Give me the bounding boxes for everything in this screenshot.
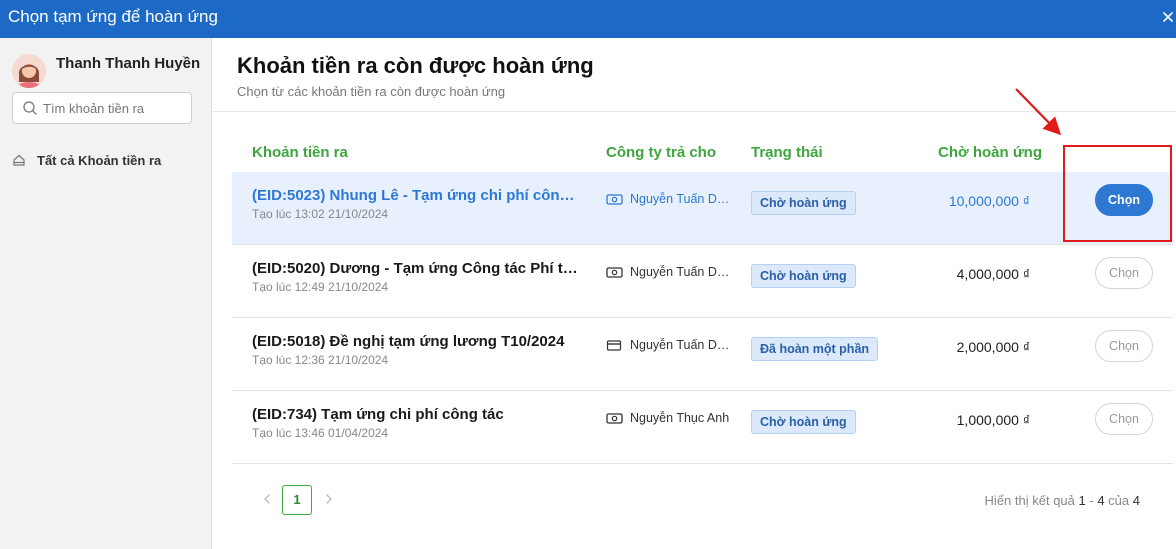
choose-button[interactable]: Chọn	[1095, 330, 1153, 362]
column-header-company: Công ty trả cho	[606, 144, 717, 161]
search-input[interactable]	[43, 93, 189, 123]
status-badge: Chờ hoàn ứng	[751, 410, 856, 434]
row-amount: 4,000,000 ₫	[956, 266, 1030, 282]
pagination-page-1[interactable]: 1	[282, 485, 312, 515]
row-created: Tạo lúc 13:46 01/04/2024	[252, 426, 389, 440]
row-name: (EID:5018) Đề nghị tạm ứng lương T10/202…	[252, 333, 565, 350]
page-title: Khoản tiền ra còn được hoàn ứng	[237, 53, 594, 78]
home-icon	[13, 154, 25, 166]
row-company: Nguyễn Tuấn Dương	[606, 192, 730, 206]
row-company-name: Nguyễn Tuấn Dương	[630, 338, 730, 352]
search-box[interactable]	[12, 92, 192, 124]
column-header-status: Trạng thái	[751, 144, 823, 161]
row-company: Nguyễn Thục Anh	[606, 411, 730, 425]
row-company: Nguyễn Tuấn Dương	[606, 265, 730, 279]
summary-of: của	[1108, 493, 1130, 508]
table-row[interactable]: (EID:734) Tạm ứng chi phí công tác Tạo l…	[232, 391, 1173, 464]
cash-icon	[606, 266, 623, 278]
summary-total: 4	[1132, 493, 1140, 508]
table-row[interactable]: (EID:5020) Dương - Tạm ứng Công tác Phí …	[232, 245, 1173, 318]
dialog-title-bar: Chọn tạm ứng để hoàn ứng	[0, 0, 1176, 38]
card-icon	[606, 339, 622, 351]
row-company-name: Nguyễn Tuấn Dương	[630, 192, 730, 206]
status-badge: Đã hoàn một phần	[751, 337, 879, 361]
status-badge: Chờ hoàn ứng	[751, 264, 856, 288]
row-created: Tạo lúc 12:36 21/10/2024	[252, 353, 389, 367]
column-header-pending: Chờ hoàn ứng	[938, 144, 1043, 161]
close-icon[interactable]	[1160, 9, 1176, 25]
avatar-icon	[12, 54, 46, 88]
header-divider	[213, 111, 1176, 112]
row-created: Tạo lúc 13:02 21/10/2024	[252, 207, 389, 221]
summary-range-end: 4	[1097, 493, 1105, 508]
row-created: Tạo lúc 12:49 21/10/2024	[252, 280, 389, 294]
row-name: (EID:5020) Dương - Tạm ứng Công tác Phí …	[252, 260, 582, 277]
table-row[interactable]: (EID:5018) Đề nghị tạm ứng lương T10/202…	[232, 318, 1173, 391]
user-name: Thanh Thanh Huyền	[56, 55, 201, 72]
summary-prefix: Hiển thị kết quả	[984, 493, 1075, 508]
dialog-title: Chọn tạm ứng để hoàn ứng	[8, 7, 218, 26]
row-name: (EID:5023) Nhung Lê - Tạm ứng chi phí cô…	[252, 187, 582, 204]
chevron-left-icon[interactable]	[262, 493, 272, 505]
page-subtitle: Chọn từ các khoản tiền ra còn được hoàn …	[237, 84, 506, 99]
table-row[interactable]: (EID:5023) Nhung Lê - Tạm ứng chi phí cô…	[232, 172, 1173, 245]
choose-button[interactable]: Chọn	[1095, 257, 1153, 289]
cash-icon	[606, 412, 623, 424]
status-badge: Chờ hoàn ứng	[751, 191, 856, 215]
row-name: (EID:734) Tạm ứng chi phí công tác	[252, 406, 504, 423]
column-header-item: Khoản tiền ra	[252, 144, 348, 161]
row-company: Nguyễn Tuấn Dương	[606, 338, 730, 352]
row-amount: 1,000,000 ₫	[956, 412, 1030, 428]
main-panel: Khoản tiền ra còn được hoàn ứng Chọn từ …	[213, 38, 1176, 549]
row-amount: 10,000,000 ₫	[948, 193, 1030, 209]
sidebar-item-label: Tất cả Khoản tiền ra	[37, 152, 162, 168]
avatar	[12, 54, 46, 88]
row-amount: 2,000,000 ₫	[956, 339, 1030, 355]
cash-icon	[606, 193, 623, 205]
results-summary: Hiển thị kết quả 1 - 4 của 4	[984, 493, 1140, 508]
sidebar-item-all-outflows[interactable]: Tất cả Khoản tiền ra	[12, 151, 161, 169]
sidebar: Thanh Thanh Huyền Tất cả Khoản tiền ra	[0, 38, 212, 549]
search-icon	[23, 101, 37, 115]
choose-button[interactable]: Chọn	[1095, 184, 1153, 216]
summary-range-start: 1	[1078, 493, 1086, 508]
choose-button[interactable]: Chọn	[1095, 403, 1153, 435]
row-company-name: Nguyễn Thục Anh	[630, 411, 730, 425]
row-company-name: Nguyễn Tuấn Dương	[630, 265, 730, 279]
chevron-right-icon[interactable]	[324, 493, 334, 505]
